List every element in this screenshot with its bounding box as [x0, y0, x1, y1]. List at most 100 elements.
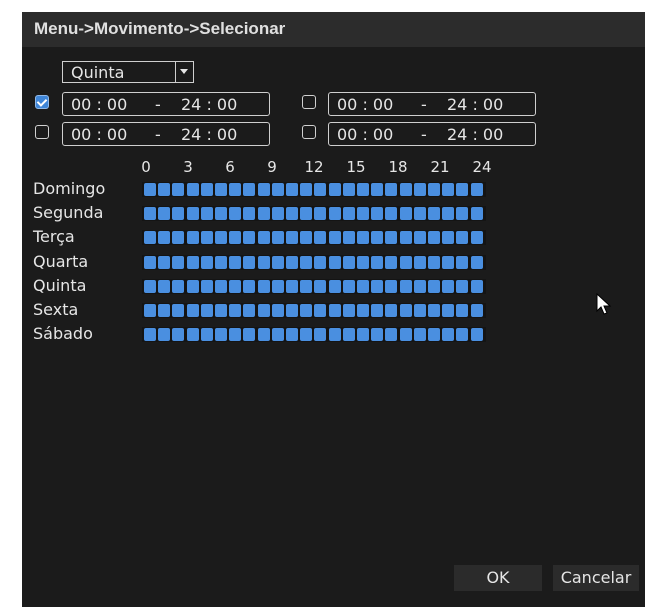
schedule-cell[interactable]	[215, 207, 227, 220]
schedule-cell[interactable]	[428, 207, 440, 220]
schedule-cell[interactable]	[229, 207, 242, 220]
schedule-cell[interactable]	[286, 231, 298, 244]
schedule-cell[interactable]	[186, 280, 199, 293]
schedule-cell[interactable]	[229, 183, 242, 196]
schedule-cell[interactable]	[257, 207, 270, 220]
schedule-cell[interactable]	[243, 256, 256, 269]
schedule-cell[interactable]	[314, 256, 327, 269]
schedule-cell[interactable]	[300, 231, 313, 244]
schedule-cell[interactable]	[144, 280, 156, 293]
schedule-cell[interactable]	[286, 256, 298, 269]
schedule-cell[interactable]	[144, 304, 156, 317]
schedule-cell[interactable]	[257, 183, 270, 196]
schedule-cell[interactable]	[286, 304, 298, 317]
schedule-cell[interactable]	[371, 183, 384, 196]
schedule-cell[interactable]	[158, 207, 171, 220]
schedule-cell[interactable]	[286, 207, 298, 220]
schedule-cell[interactable]	[470, 328, 483, 341]
schedule-cell[interactable]	[399, 304, 412, 317]
schedule-cell[interactable]	[215, 304, 227, 317]
schedule-row-quarta[interactable]	[142, 255, 486, 270]
schedule-cell[interactable]	[470, 256, 483, 269]
schedule-cell[interactable]	[257, 328, 270, 341]
schedule-cell[interactable]	[200, 183, 213, 196]
schedule-cell[interactable]	[172, 280, 185, 293]
schedule-cell[interactable]	[172, 207, 185, 220]
period-2-time-field[interactable]: 00 : 00 - 24 : 00	[328, 92, 536, 116]
schedule-cell[interactable]	[342, 207, 355, 220]
schedule-cell[interactable]	[229, 328, 242, 341]
schedule-cell[interactable]	[456, 207, 469, 220]
schedule-cell[interactable]	[257, 231, 270, 244]
schedule-cell[interactable]	[442, 183, 455, 196]
schedule-cell[interactable]	[186, 328, 199, 341]
schedule-cell[interactable]	[243, 231, 256, 244]
schedule-cell[interactable]	[200, 231, 213, 244]
schedule-cell[interactable]	[172, 328, 185, 341]
schedule-cell[interactable]	[158, 256, 171, 269]
period-3-time-field[interactable]: 00 : 00 - 24 : 00	[62, 122, 270, 146]
schedule-cell[interactable]	[428, 328, 440, 341]
schedule-cell[interactable]	[158, 280, 171, 293]
schedule-cell[interactable]	[200, 280, 213, 293]
schedule-cell[interactable]	[399, 328, 412, 341]
schedule-cell[interactable]	[342, 183, 355, 196]
schedule-cell[interactable]	[186, 256, 199, 269]
schedule-cell[interactable]	[144, 183, 156, 196]
schedule-cell[interactable]	[342, 304, 355, 317]
schedule-cell[interactable]	[413, 183, 426, 196]
schedule-cell[interactable]	[357, 304, 369, 317]
schedule-cell[interactable]	[172, 231, 185, 244]
schedule-cell[interactable]	[328, 328, 341, 341]
schedule-cell[interactable]	[172, 304, 185, 317]
schedule-cell[interactable]	[399, 256, 412, 269]
period-2-checkbox[interactable]	[302, 95, 316, 109]
schedule-cell[interactable]	[158, 328, 171, 341]
schedule-cell[interactable]	[385, 207, 398, 220]
schedule-cell[interactable]	[314, 304, 327, 317]
schedule-cell[interactable]	[257, 304, 270, 317]
schedule-row-segunda[interactable]	[142, 206, 486, 221]
schedule-cell[interactable]	[470, 280, 483, 293]
schedule-cell[interactable]	[300, 280, 313, 293]
schedule-cell[interactable]	[144, 256, 156, 269]
schedule-cell[interactable]	[314, 207, 327, 220]
schedule-cell[interactable]	[243, 183, 256, 196]
schedule-cell[interactable]	[357, 328, 369, 341]
schedule-cell[interactable]	[243, 304, 256, 317]
schedule-cell[interactable]	[229, 280, 242, 293]
schedule-cell[interactable]	[385, 328, 398, 341]
schedule-cell[interactable]	[399, 207, 412, 220]
schedule-cell[interactable]	[413, 231, 426, 244]
schedule-cell[interactable]	[229, 231, 242, 244]
schedule-cell[interactable]	[200, 328, 213, 341]
schedule-cell[interactable]	[470, 231, 483, 244]
schedule-row-terca[interactable]	[142, 230, 486, 245]
schedule-cell[interactable]	[385, 304, 398, 317]
schedule-cell[interactable]	[428, 304, 440, 317]
schedule-cell[interactable]	[371, 231, 384, 244]
schedule-cell[interactable]	[286, 183, 298, 196]
schedule-cell[interactable]	[200, 207, 213, 220]
schedule-cell[interactable]	[342, 280, 355, 293]
schedule-cell[interactable]	[257, 256, 270, 269]
schedule-cell[interactable]	[357, 231, 369, 244]
schedule-cell[interactable]	[456, 256, 469, 269]
schedule-cell[interactable]	[470, 207, 483, 220]
period-4-checkbox[interactable]	[302, 125, 316, 139]
day-select-dropdown[interactable]: Quinta	[62, 61, 194, 83]
schedule-cell[interactable]	[328, 231, 341, 244]
period-4-time-field[interactable]: 00 : 00 - 24 : 00	[328, 122, 536, 146]
schedule-cell[interactable]	[442, 207, 455, 220]
schedule-cell[interactable]	[413, 280, 426, 293]
schedule-cell[interactable]	[144, 328, 156, 341]
schedule-cell[interactable]	[385, 183, 398, 196]
schedule-cell[interactable]	[314, 231, 327, 244]
schedule-cell[interactable]	[172, 256, 185, 269]
schedule-cell[interactable]	[342, 256, 355, 269]
schedule-cell[interactable]	[271, 304, 284, 317]
schedule-cell[interactable]	[357, 256, 369, 269]
schedule-cell[interactable]	[158, 183, 171, 196]
schedule-cell[interactable]	[456, 280, 469, 293]
schedule-cell[interactable]	[215, 183, 227, 196]
